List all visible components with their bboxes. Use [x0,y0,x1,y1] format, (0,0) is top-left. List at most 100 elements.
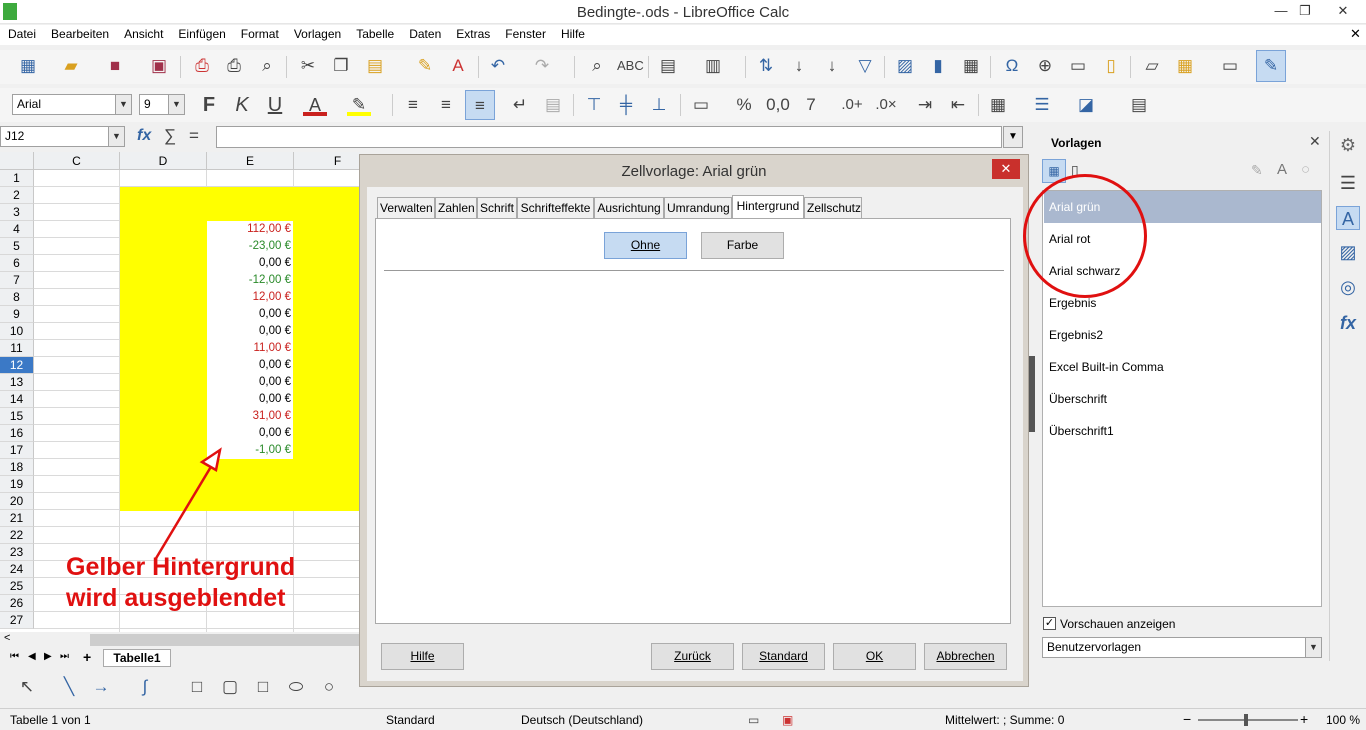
row-header-19[interactable]: 19 [0,476,34,493]
dialog-close-icon[interactable]: ✕ [992,159,1020,179]
sort-descending-icon[interactable]: ↓ [820,55,844,77]
align-bottom-icon[interactable]: ⊥ [647,94,671,116]
tab-verwalten[interactable]: Verwalten [377,197,435,219]
row-header-7[interactable]: 7 [0,272,34,289]
column-header-e[interactable]: E [207,152,294,170]
print-preview-icon[interactable]: ⌕ [255,55,279,77]
menu-fenster[interactable]: Fenster [497,25,553,41]
cell-e6[interactable]: 0,00 € [207,255,293,272]
style-filter-select[interactable]: Benutzervorlagen ▼ [1042,637,1322,658]
sidebar-collapse-handle[interactable] [1029,356,1035,432]
border-style-icon[interactable]: ☰ [1030,94,1054,116]
row-header-26[interactable]: 26 [0,595,34,612]
last-sheet-icon[interactable]: ⏭ [60,651,69,662]
chevron-down-icon[interactable]: ▼ [108,127,124,146]
menu-ansicht[interactable]: Ansicht [116,25,170,41]
cell-e13[interactable]: 0,00 € [207,374,293,391]
navigator-icon[interactable]: ◎ [1336,275,1360,299]
row-header-13[interactable]: 13 [0,374,34,391]
row-header-18[interactable]: 18 [0,459,34,476]
row-header-27[interactable]: 27 [0,612,34,629]
functions-icon[interactable]: fx [1336,311,1360,335]
align-left-icon[interactable]: ≡ [401,94,425,116]
row-header-12[interactable]: 12 [0,357,34,374]
cell-e14[interactable]: 0,00 € [207,391,293,408]
show-draw-functions-icon[interactable]: ✎ [1256,50,1286,82]
menu-extras[interactable]: Extras [448,25,497,41]
row-header-5[interactable]: 5 [0,238,34,255]
horizontal-scrollbar[interactable]: < [0,632,360,648]
style-item[interactable]: Überschrift1 [1044,415,1321,447]
cancel-button[interactable]: Abbrechen [924,643,1007,670]
row-icon[interactable]: ▤ [656,55,680,77]
menu-daten[interactable]: Daten [401,25,448,41]
close-icon[interactable]: ✕ [1320,2,1366,20]
currency-icon[interactable]: ▭ [689,94,713,116]
conditional-format-icon[interactable]: ▤ [1127,94,1151,116]
tab-zahlen[interactable]: Zahlen [435,197,477,219]
column-header-f[interactable]: F [294,152,360,170]
row-header-2[interactable]: 2 [0,187,34,204]
cell-e4[interactable]: 112,00 € [207,221,293,238]
paste-icon[interactable]: ▤ [363,55,387,77]
italic-icon[interactable]: K [230,94,254,116]
underline-icon[interactable]: U [263,94,287,116]
border-color-icon[interactable]: ◪ [1074,94,1098,116]
none-button[interactable]: Ohne [604,232,687,259]
status-zoom[interactable]: 100 % [1326,713,1360,727]
align-top-icon[interactable]: ⊤ [582,94,606,116]
cell-e12[interactable]: 0,00 € [207,357,293,374]
sort-ascending-icon[interactable]: ↓ [787,55,811,77]
curve-icon[interactable]: ∫ [134,676,156,698]
name-box[interactable]: J12 ▼ [0,126,125,147]
cell-e10[interactable]: 0,00 € [207,323,293,340]
gallery-icon[interactable]: ▨ [1336,240,1360,264]
row-header-20[interactable]: 20 [0,493,34,510]
find-replace-icon[interactable]: ⌕ [585,55,609,77]
font-color-icon[interactable]: A [303,94,327,116]
menu-bearbeiten[interactable]: Bearbeiten [43,25,116,41]
standard-button[interactable]: Standard [742,643,825,670]
row-header-11[interactable]: 11 [0,340,34,357]
decrease-indent-icon[interactable]: ⇤ [946,94,970,116]
hyperlink-icon[interactable]: ⊕ [1033,55,1057,77]
line-icon[interactable]: ╲ [58,676,80,698]
chevron-down-icon[interactable]: ▼ [168,95,184,114]
chevron-down-icon[interactable]: ▼ [1305,638,1321,657]
selection-mode-icon[interactable]: ▭ [748,713,759,727]
square-icon[interactable]: □ [252,676,274,698]
gear-icon[interactable]: ⚙ [1336,133,1360,157]
tab-zellschutz[interactable]: Zellschutz [804,197,862,219]
status-style[interactable]: Standard [386,713,435,727]
chart-icon[interactable]: ▮ [926,55,950,77]
rounded-rect-icon[interactable]: ▢ [219,676,241,698]
row-header-15[interactable]: 15 [0,408,34,425]
export-pdf-icon[interactable]: ⎙ [190,55,214,77]
zoom-slider[interactable] [1198,714,1298,726]
preview-checkbox[interactable]: ✓ [1043,617,1056,630]
scroll-left-icon[interactable]: < [4,632,10,644]
tab-hintergrund[interactable]: Hintergrund [732,195,804,220]
print-icon[interactable]: ⎙ [222,55,246,77]
row-header-25[interactable]: 25 [0,578,34,595]
rectangle-icon[interactable]: □ [186,676,208,698]
autofilter-icon[interactable]: ▽ [853,55,877,77]
column-icon[interactable]: ▥ [701,55,725,77]
column-header-d[interactable]: D [120,152,207,170]
style-item[interactable]: Excel Built-in Comma [1044,351,1321,383]
copy-icon[interactable]: ❐ [329,55,353,77]
style-item[interactable]: Ergebnis2 [1044,319,1321,351]
number-format-icon[interactable]: 0,0 [764,94,792,116]
style-item[interactable]: Überschrift [1044,383,1321,415]
menu-format[interactable]: Format [233,25,286,41]
sum-icon[interactable]: ∑ [164,126,176,146]
image-icon[interactable]: ▨ [893,55,917,77]
row-header-24[interactable]: 24 [0,561,34,578]
align-right-icon[interactable]: ≡ [465,90,495,120]
ok-button[interactable]: OK [833,643,916,670]
expand-formula-icon[interactable]: ▼ [1003,126,1023,148]
sidebar-close-icon[interactable]: ✕ [1309,133,1321,150]
split-window-icon[interactable]: ▭ [1218,55,1242,77]
update-style-icon[interactable]: ○ [1301,161,1310,178]
properties-icon[interactable]: ☰ [1336,171,1360,195]
